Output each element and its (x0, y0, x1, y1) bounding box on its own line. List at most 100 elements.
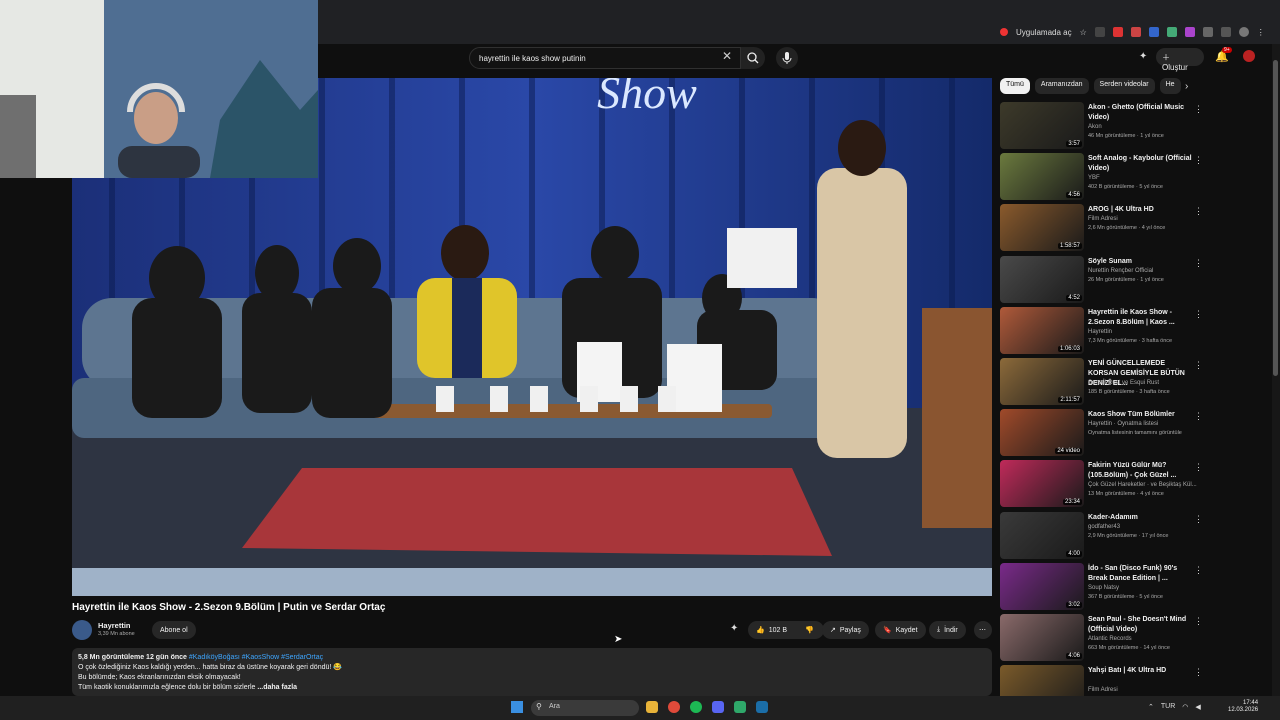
search-input[interactable]: hayrettin ile kaos show putinin (469, 47, 741, 69)
recommendation-title[interactable]: Fakirin Yüzü Gülür Mü? (105.Bölüm) - Çok… (1088, 461, 1194, 481)
video-thumbnail[interactable]: 4:52 (1000, 255, 1084, 303)
recommendation-item[interactable]: 2:11:57 YENİ GÜNCELLEMEDE KORSAN GEMİSİYL… (1000, 357, 1210, 409)
recommendation-channel[interactable]: Film Adresi (1088, 216, 1118, 222)
extension-icon[interactable] (1112, 27, 1123, 37)
discord-icon[interactable] (712, 701, 724, 713)
filter-chip[interactable]: He (1159, 78, 1181, 94)
more-options-icon[interactable]: ⋮ (1194, 616, 1203, 627)
more-options-icon[interactable]: ⋮ (1194, 462, 1203, 473)
recommendation-item[interactable]: 4:56 Soft Analog - Kaybolur (Official Vid… (1000, 153, 1210, 204)
recommendation-channel[interactable]: godfather43 (1088, 524, 1120, 530)
video-thumbnail[interactable]: 24 video (1000, 409, 1084, 457)
more-options-icon[interactable]: ⋮ (1194, 155, 1203, 166)
recommendation-title[interactable]: AROG | 4K Ultra HD (1088, 205, 1194, 215)
recommendation-channel[interactable]: Hayrettin · Oynatma listesi (1088, 421, 1158, 427)
thumbs-up-icon[interactable]: 👍 (756, 626, 765, 634)
filter-chip[interactable]: Tümü (1000, 78, 1030, 94)
scrollbar-thumb[interactable] (1273, 60, 1278, 376)
recommendation-title[interactable]: Söyle Sunam (1088, 257, 1194, 267)
ai-sparkle-icon[interactable]: ✦ (730, 623, 738, 634)
recommendation-channel[interactable]: Hayrettin (1088, 329, 1112, 335)
video-thumbnail[interactable]: 23:34 (1000, 460, 1084, 508)
wifi-icon[interactable]: ◠ (1182, 703, 1188, 711)
extension-icon[interactable] (1130, 27, 1141, 37)
extension-icon[interactable] (1184, 27, 1195, 37)
recommendation-title[interactable]: Yahşi Batı | 4K Ultra HD (1088, 666, 1194, 676)
search-button[interactable] (741, 47, 765, 69)
video-thumbnail[interactable]: 2:11:57 (1000, 357, 1084, 405)
video-thumbnail[interactable]: 4:00 (1000, 511, 1084, 559)
recommendation-item[interactable]: 4:52 Söyle Sunam Nurettin Rençber Official… (1000, 255, 1210, 307)
recommendation-title[interactable]: Sean Paul - She Doesn't Mind (Official V… (1088, 615, 1194, 635)
filter-chip[interactable]: Aramanızdan (1034, 78, 1089, 94)
account-avatar[interactable] (1243, 50, 1255, 62)
clear-search-icon[interactable]: ✕ (722, 49, 732, 63)
channel-avatar[interactable] (72, 620, 92, 640)
chrome-icon[interactable] (668, 701, 680, 713)
recommendation-channel[interactable]: Soup Natsy (1088, 585, 1119, 591)
hashtags[interactable]: #KadıköyBoğası #KaosShow #SerdarOrtaç (189, 654, 323, 661)
recommendation-channel[interactable]: Çok Güzel Hareketler · ve Beşiktaş Kül..… (1088, 482, 1197, 488)
subscribe-button[interactable]: Abone ol (152, 621, 196, 639)
profile-avatar[interactable] (1238, 27, 1249, 37)
file-explorer-icon[interactable] (646, 701, 658, 713)
menu-icon[interactable] (1220, 27, 1231, 37)
puzzle-icon[interactable] (1202, 27, 1213, 37)
more-options-icon[interactable]: ⋮ (1194, 206, 1203, 217)
video-thumbnail[interactable]: 1:58:57 (1000, 204, 1084, 252)
recommendation-channel[interactable]: Akon (1088, 124, 1102, 130)
recommendation-title[interactable]: İdo - San (Disco Funk) 90's Break Dance … (1088, 564, 1194, 584)
video-thumbnail[interactable]: 3:57 (1000, 102, 1084, 149)
recommendation-item[interactable]: 4:06 Sean Paul - She Doesn't Mind (Offici… (1000, 613, 1210, 665)
language-indicator[interactable]: TUR (1161, 703, 1175, 711)
more-options-icon[interactable]: ⋮ (1194, 411, 1203, 422)
video-thumbnail[interactable]: 1:06:03 (1000, 306, 1084, 354)
bookmark-star-icon[interactable]: ☆ (1080, 28, 1087, 37)
like-count[interactable]: 102 B (769, 627, 787, 634)
save-button[interactable]: 🔖 Kaydet (875, 621, 926, 639)
share-button[interactable]: ↗ Paylaş (822, 621, 869, 639)
taskbar-clock[interactable]: 17:44 12.03.2026 (1228, 700, 1258, 714)
extension-icon[interactable] (1094, 27, 1105, 37)
open-in-app-button[interactable]: Uygulamada aç (1016, 28, 1072, 37)
create-button[interactable]: ＋ Oluştur (1156, 48, 1204, 72)
chevron-up-icon[interactable]: ⌃ (1148, 703, 1154, 711)
channel-name[interactable]: Hayrettin (98, 621, 131, 630)
app-icon[interactable] (734, 701, 746, 713)
ai-sparkle-icon[interactable]: ✦ (1139, 51, 1147, 62)
recommendation-item[interactable]: 23:34 Fakirin Yüzü Gülür Mü? (105.Bölüm) … (1000, 460, 1210, 511)
recommendation-channel[interactable]: YBF (1088, 175, 1100, 181)
taskbar-search-input[interactable]: Ara (531, 700, 639, 716)
recommendation-title[interactable]: Akon - Ghetto (Official Music Video) (1088, 103, 1194, 123)
download-button[interactable]: ⤓ İndir (929, 621, 966, 639)
show-more-link[interactable]: ...daha fazla (257, 684, 297, 691)
recommendation-channel[interactable]: Sensei Rust ve Esqui Rust (1088, 380, 1159, 386)
extension-icon[interactable] (1166, 27, 1177, 37)
more-options-icon[interactable]: ⋮ (1194, 104, 1203, 115)
recommendation-channel[interactable]: Atlantic Records (1088, 636, 1132, 642)
recommendation-item[interactable]: 1:06:03 Hayrettin ile Kaos Show - 2.Sezon… (1000, 306, 1210, 358)
thumbs-down-icon[interactable]: 👎 (805, 626, 814, 634)
more-options-icon[interactable]: ⋮ (1194, 667, 1203, 678)
more-actions-button[interactable]: ⋯ (974, 621, 992, 639)
chevron-right-icon[interactable]: › (1185, 81, 1188, 92)
more-menu-icon[interactable]: ⋮ (1257, 28, 1265, 37)
extension-icon[interactable] (1148, 27, 1159, 37)
recommendation-title[interactable]: Kaos Show Tüm Bölümler (1088, 410, 1194, 420)
recommendation-channel[interactable]: Film Adresi (1088, 687, 1118, 693)
more-options-icon[interactable]: ⋮ (1194, 258, 1203, 269)
recommendation-channel[interactable]: Nurettin Rençber Official (1088, 268, 1153, 274)
recommendation-item[interactable]: 1:58:57 AROG | 4K Ultra HD Film Adresi 2,6 … (1000, 204, 1210, 255)
more-options-icon[interactable]: ⋮ (1194, 514, 1203, 525)
recommendation-item[interactable]: 3:57 Akon - Ghetto (Official Music Video)… (1000, 102, 1210, 153)
volume-icon[interactable]: ◀ (1195, 703, 1200, 711)
video-thumbnail[interactable]: 4:06 (1000, 613, 1084, 661)
recommendation-item[interactable]: 3:02 İdo - San (Disco Funk) 90's Break Da… (1000, 562, 1210, 614)
recommendation-title[interactable]: Soft Analog - Kaybolur (Official Video) (1088, 154, 1194, 174)
recommendation-item[interactable]: 24 video Kaos Show Tüm Bölümler Hayrettin … (1000, 409, 1210, 460)
voice-search-button[interactable] (776, 47, 798, 69)
steam-icon[interactable] (756, 701, 768, 713)
video-thumbnail[interactable]: 4:56 (1000, 153, 1084, 201)
windows-start-icon[interactable] (511, 701, 523, 713)
recommendation-item[interactable]: 4:00 Kader-Adamım godfather43 2,9 Mn görünt… (1000, 511, 1210, 563)
